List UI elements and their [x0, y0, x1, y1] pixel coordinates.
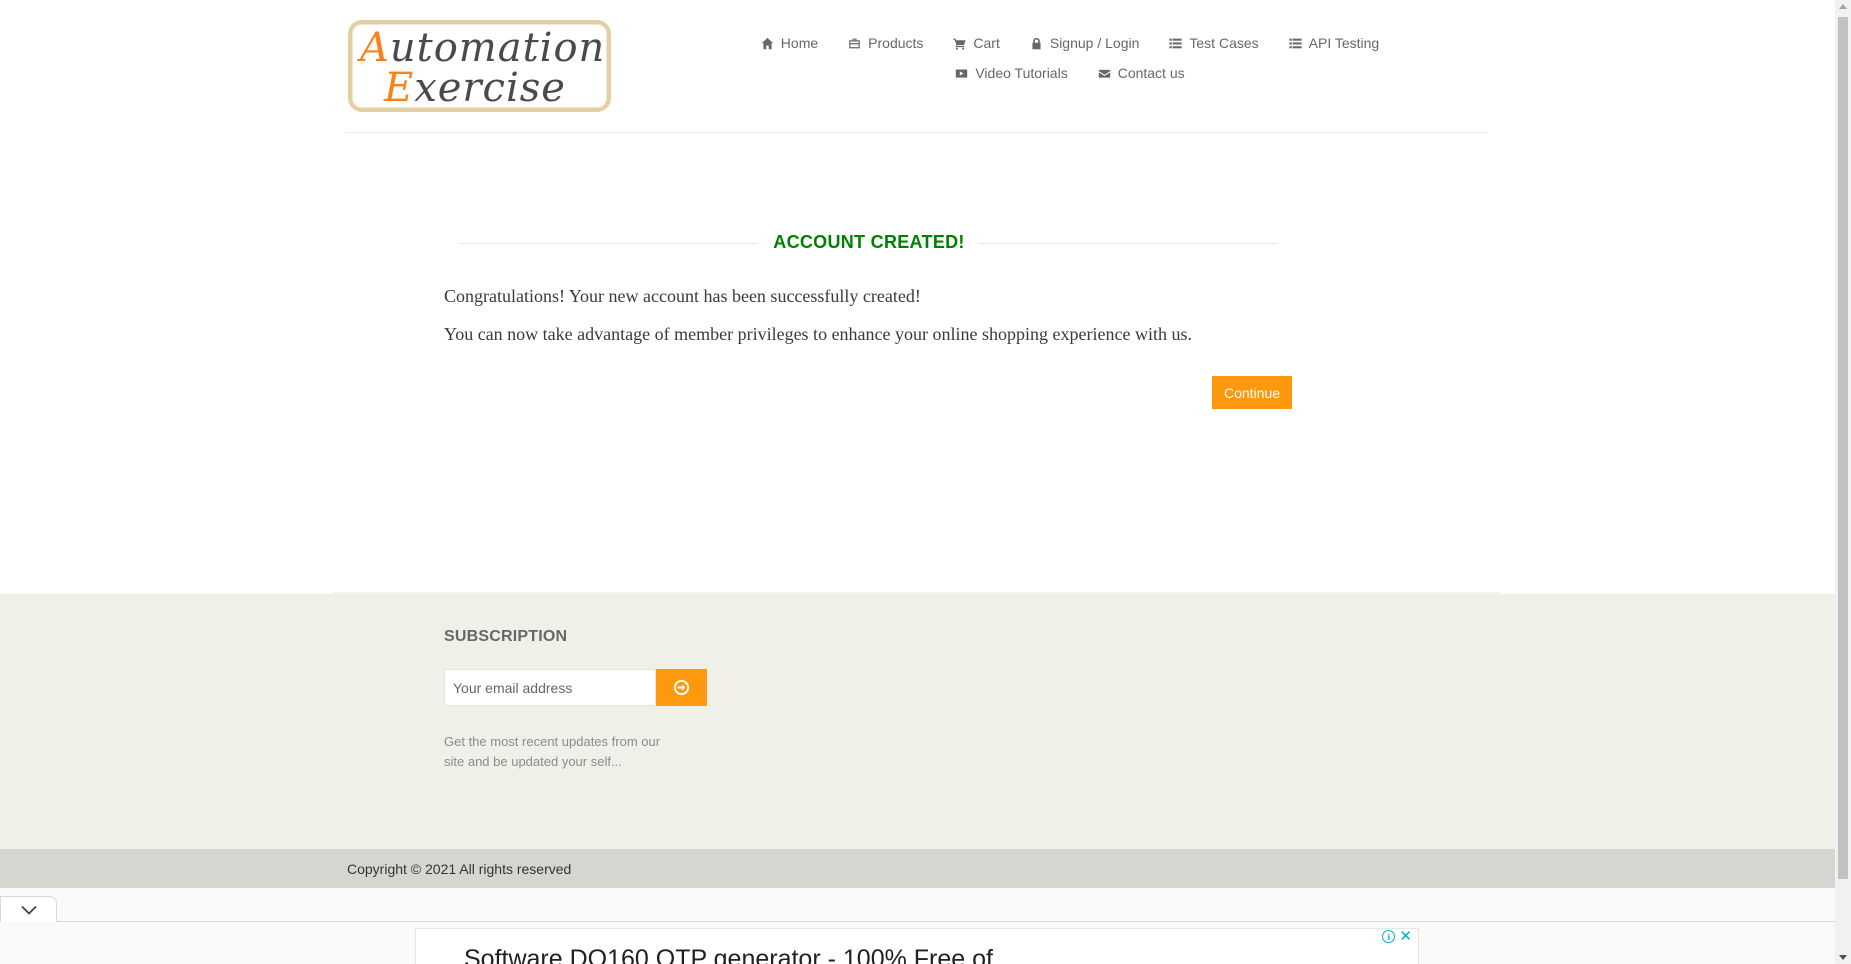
- footer-bottom: Copyright © 2021 All rights reserved: [0, 849, 1835, 888]
- arrow-circle-right-icon: [673, 679, 690, 696]
- footer-widget-area: [0, 594, 1835, 849]
- ad-info-icon[interactable]: i: [1382, 930, 1396, 943]
- nav-row-1: Home Products Cart Signup / Login Test C…: [740, 28, 1400, 58]
- video-icon: [956, 68, 968, 78]
- nav-row-2: Video Tutorials Contact us: [740, 58, 1400, 88]
- ad-controls: i ✕: [1382, 929, 1412, 944]
- site-logo[interactable]: Automation Exercise: [348, 20, 611, 112]
- nav-contact-us[interactable]: Contact us: [1083, 65, 1200, 81]
- subscription-title: SUBSCRIPTION: [444, 628, 568, 645]
- nav-cart[interactable]: Cart: [938, 35, 1014, 51]
- cart-icon: [953, 38, 966, 50]
- subscription-email-input[interactable]: [444, 669, 656, 706]
- subscribe-button[interactable]: [656, 669, 707, 706]
- header-divider: [346, 132, 1488, 133]
- copyright-text: Copyright © 2021 All rights reserved: [347, 861, 572, 877]
- scroll-down-arrow-icon[interactable]: [1839, 955, 1847, 960]
- nav-video-tutorials[interactable]: Video Tutorials: [940, 65, 1082, 81]
- nav-home[interactable]: Home: [746, 35, 833, 51]
- list-icon: [1169, 38, 1182, 48]
- privileges-message: You can now take advantage of member pri…: [444, 324, 1192, 344]
- vertical-scrollbar[interactable]: [1835, 0, 1851, 964]
- lock-icon: [1032, 37, 1041, 49]
- chevron-down-icon: [20, 905, 37, 915]
- ad-banner[interactable]: Software DO160 OTP generator - 100% Free…: [415, 928, 1419, 964]
- scrollbar-thumb[interactable]: [1838, 17, 1848, 879]
- ad-divider: [0, 921, 1835, 922]
- ad-text[interactable]: Software DO160 OTP generator - 100% Free…: [464, 945, 993, 964]
- briefcase-icon: [849, 38, 860, 48]
- list-icon: [1289, 38, 1302, 48]
- success-message: Congratulations! Your new account has be…: [444, 286, 921, 306]
- nav-api-testing[interactable]: API Testing: [1274, 35, 1395, 51]
- nav-signup-login[interactable]: Signup / Login: [1015, 35, 1155, 51]
- envelope-icon: [1098, 69, 1110, 78]
- subscription-description: Get the most recent updates from our sit…: [444, 734, 661, 769]
- scroll-up-arrow-icon[interactable]: [1839, 4, 1847, 9]
- ad-close-icon[interactable]: ✕: [1399, 929, 1412, 944]
- title-wrap: ACCOUNT CREATED!: [460, 230, 1278, 254]
- nav-test-cases[interactable]: Test Cases: [1154, 35, 1273, 51]
- main-nav: Home Products Cart Signup / Login Test C…: [740, 28, 1400, 88]
- ad-collapse-toggle[interactable]: [0, 896, 57, 922]
- site-header: Automation Exercise Home Products Cart S…: [0, 0, 1835, 134]
- page-title: ACCOUNT CREATED!: [773, 232, 965, 252]
- nav-products[interactable]: Products: [833, 35, 938, 51]
- home-icon: [761, 37, 773, 49]
- continue-button[interactable]: Continue: [1212, 376, 1292, 409]
